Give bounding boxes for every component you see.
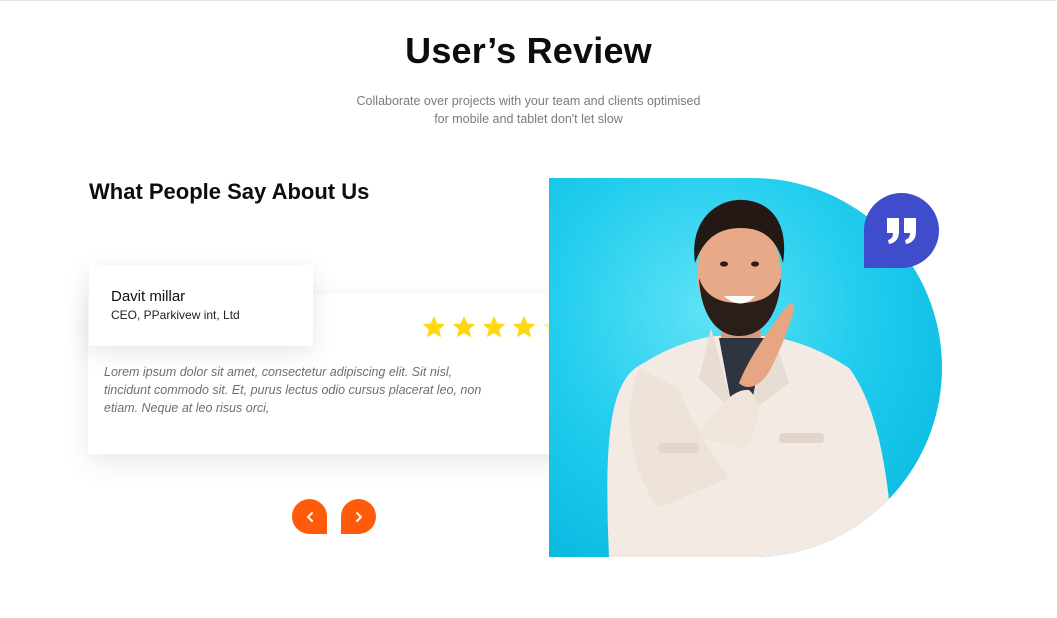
review-line-3: etiam. Neque at leo risus orci, [104, 401, 270, 415]
chevron-left-icon [306, 511, 313, 522]
review-text: Lorem ipsum dolor sit amet, consectetur … [104, 363, 504, 417]
next-button[interactable] [341, 499, 376, 534]
star-filled-icon [452, 315, 476, 338]
testimonial-heading: What People Say About Us [89, 179, 370, 204]
star-rating [421, 314, 567, 340]
quote-badge [864, 193, 939, 268]
reviewer-role: CEO, PParkivew int, Ltd [111, 308, 240, 322]
section-subtitle: Collaborate over projects with your team… [300, 92, 757, 128]
top-divider [0, 0, 1057, 1]
previous-button[interactable] [292, 499, 327, 534]
review-line-2: tincidunt commodo sit. Et, purus lectus … [104, 383, 482, 397]
star-filled-icon [422, 315, 446, 338]
subtitle-line-1: Collaborate over projects with your team… [356, 94, 701, 108]
reviewer-card: Davit millar CEO, PParkivew int, Ltd [89, 265, 313, 346]
review-line-1: Lorem ipsum dolor sit amet, consectetur … [104, 365, 453, 379]
quote-icon [886, 217, 916, 244]
chevron-right-icon [355, 511, 362, 522]
star-filled-icon [512, 315, 536, 338]
reviewer-name: Davit millar [111, 288, 186, 305]
star-filled-icon [482, 315, 506, 338]
section-title: User’s Review [405, 30, 652, 71]
subtitle-line-2: for mobile and tablet don't let slow [434, 112, 623, 126]
